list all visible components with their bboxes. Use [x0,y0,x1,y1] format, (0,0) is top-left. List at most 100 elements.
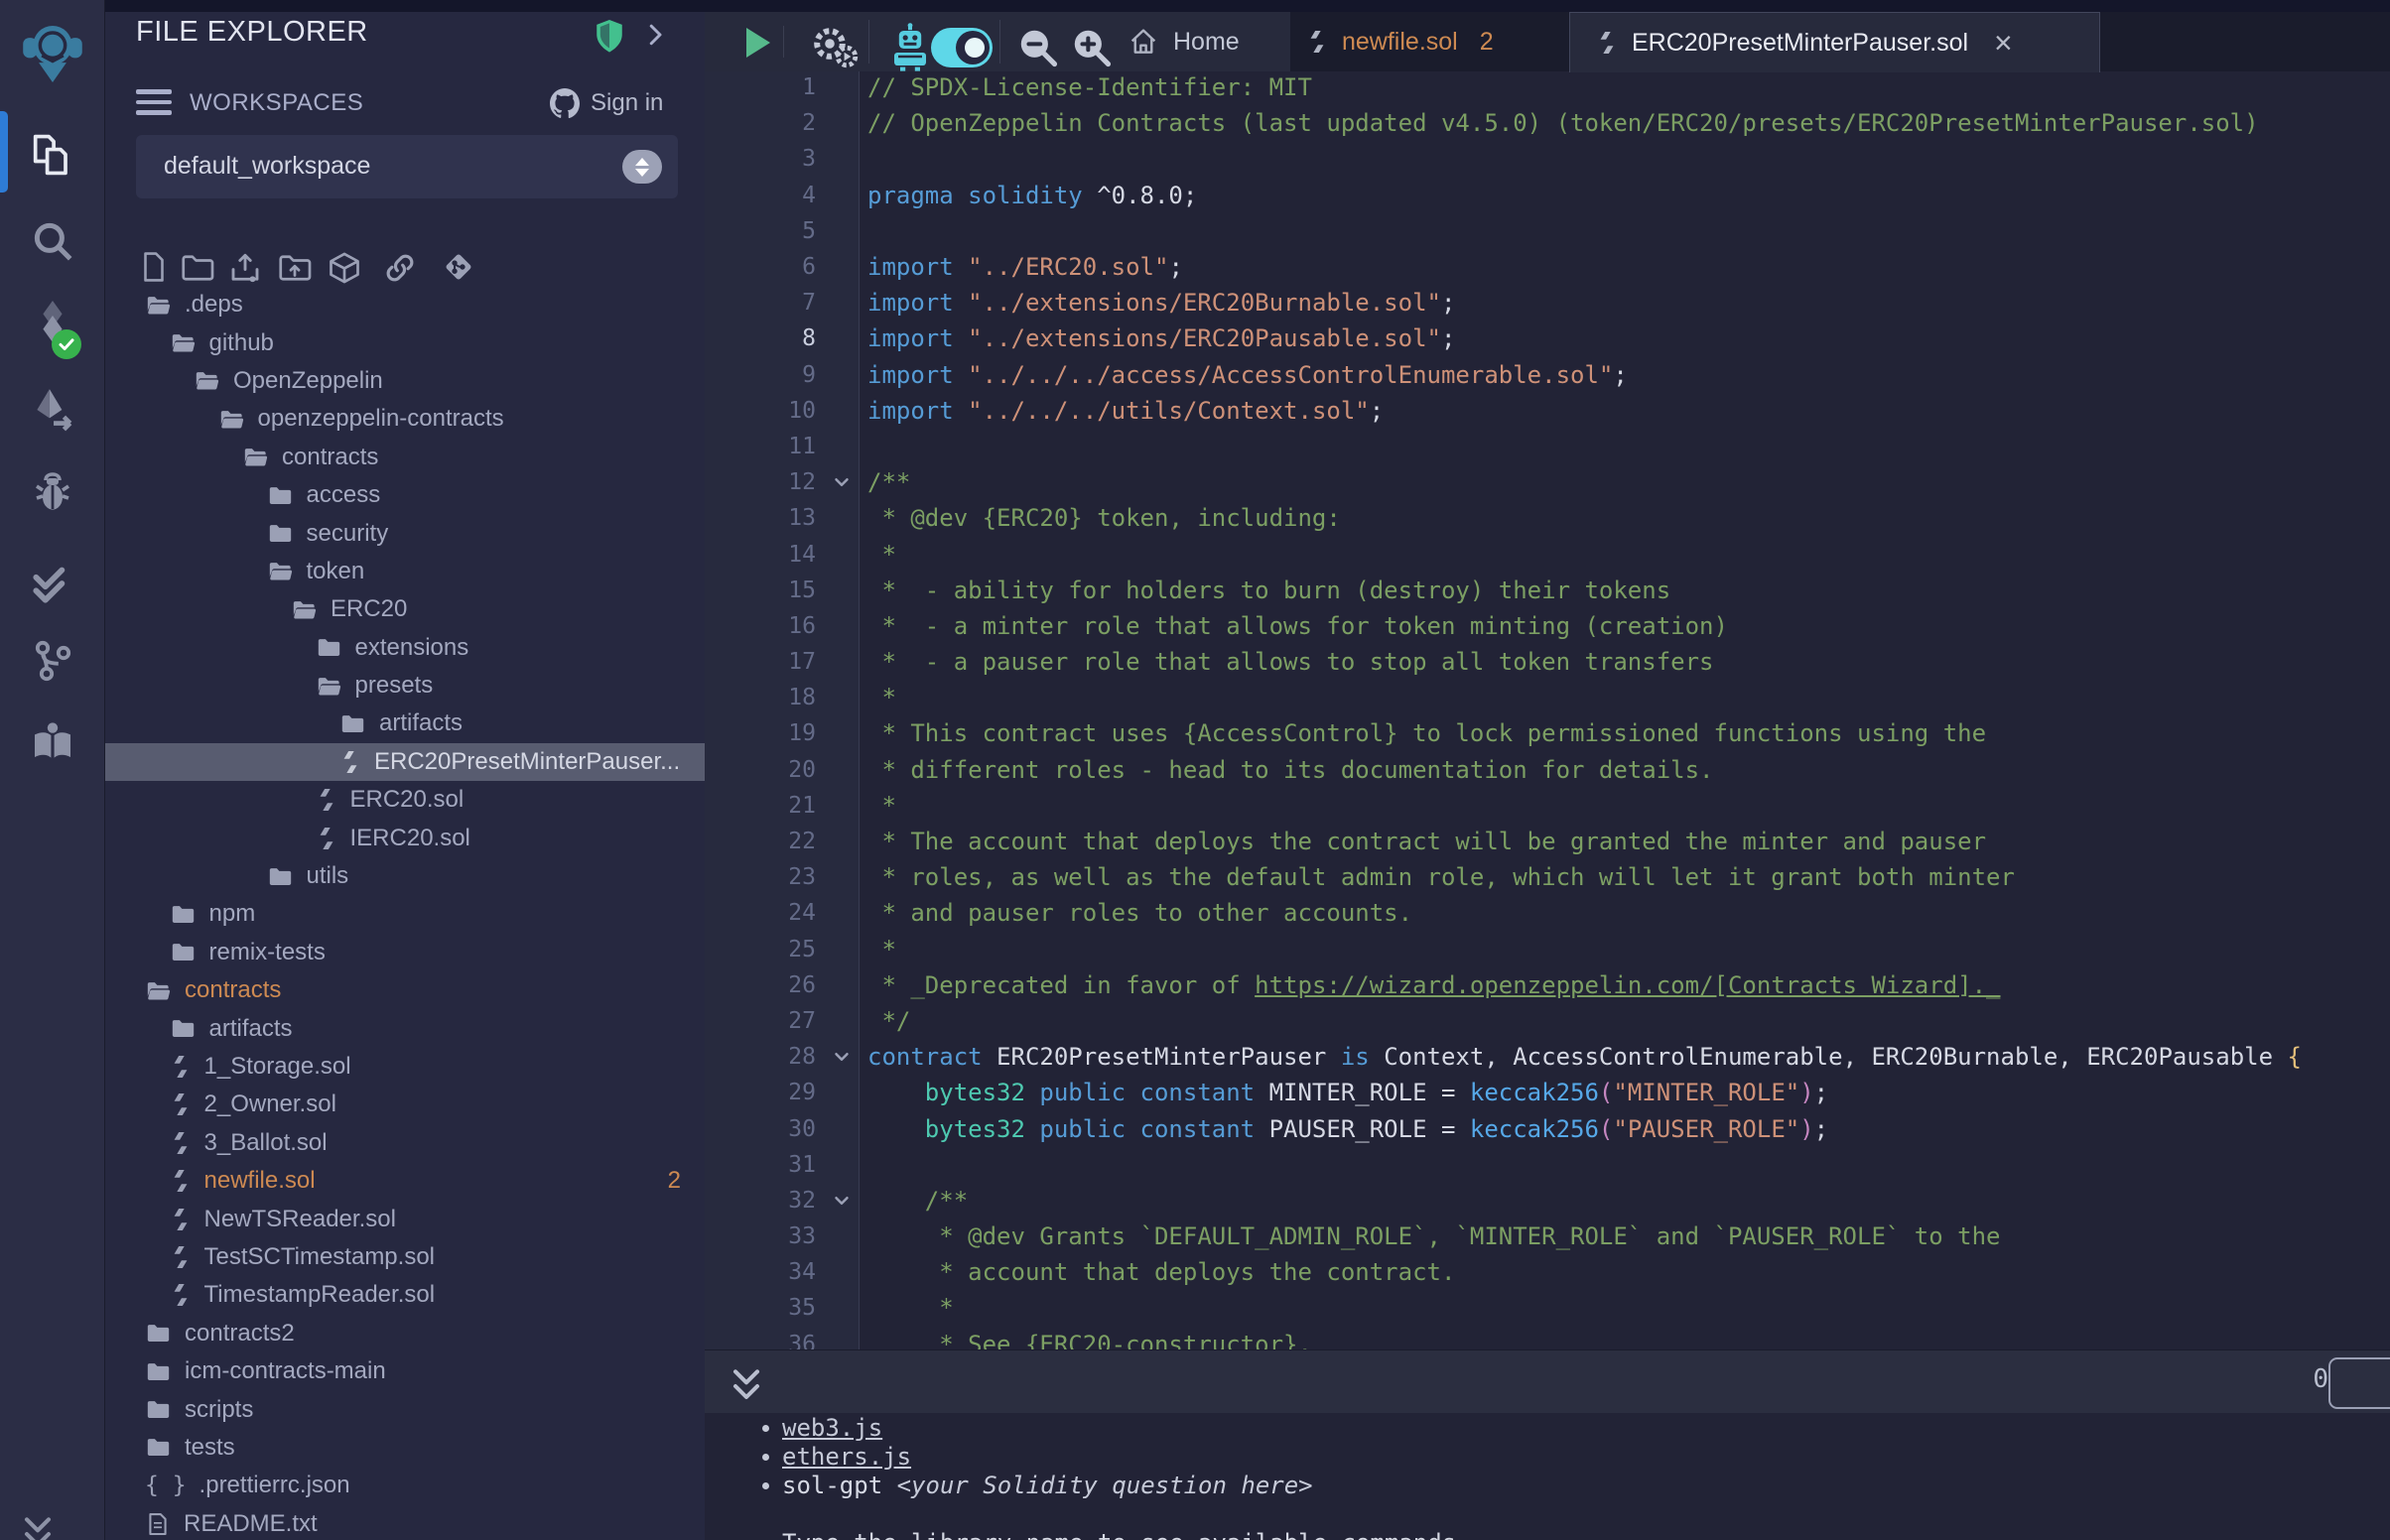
tree-item[interactable]: contracts2 [104,1315,705,1352]
tree-item[interactable]: NewTSReader.sol [104,1200,705,1237]
workspace-spinner-icon[interactable] [622,150,662,184]
run-script-icon[interactable] [810,24,862,71]
bullet-icon [762,1454,769,1461]
run-icon[interactable] [746,28,770,58]
tree-item[interactable]: artifacts [104,1009,705,1047]
tree-item[interactable]: artifacts [104,705,705,742]
line-number: 13 [705,505,816,531]
code-line: 20 * different roles - head to its docum… [705,752,2390,788]
close-icon[interactable]: × [1994,27,2013,59]
upload-folder-icon[interactable] [277,250,313,286]
deploy-run-icon[interactable] [0,385,104,435]
tree-item[interactable]: scripts [104,1390,705,1428]
zoom-out-icon[interactable] [1016,26,1060,69]
fold-chevron-icon[interactable] [831,471,853,493]
tree-item[interactable]: token [104,553,705,590]
workspace-name: default_workspace [164,152,370,181]
zoom-in-icon[interactable] [1070,26,1114,69]
link-icon[interactable] [382,250,418,286]
terminal-output[interactable]: web3.jsethers.jssol-gpt <your Solidity q… [705,1413,2390,1540]
git-clone-icon[interactable] [442,250,475,284]
tree-item[interactable]: ERC20PresetMinterPauser... [104,743,705,781]
shield-icon [593,18,626,56]
ipfs-cube-icon[interactable] [327,250,362,286]
code-line: 25 * [705,932,2390,967]
code-line: 2// OpenZeppelin Contracts (last updated… [705,105,2390,141]
tree-item[interactable]: .deps [104,286,705,323]
tab-newfile.sol[interactable]: newfile.sol2 [1300,12,1500,71]
tree-item[interactable]: 2_Owner.sol [104,1086,705,1123]
git-branch-icon[interactable] [0,637,104,685]
tree-item[interactable]: TimestampReader.sol [104,1276,705,1314]
tree-item[interactable]: ERC20.sol [104,781,705,819]
tree-item[interactable]: npm [104,895,705,933]
new-folder-icon[interactable] [180,250,215,286]
workspace-select[interactable]: default_workspace [136,135,678,198]
tree-item[interactable]: utils [104,857,705,895]
editor-area: Home newfile.sol2 ERC20PresetMinterPauser.… [705,0,2390,1540]
double-chevron-down-icon[interactable] [16,1512,60,1540]
code-line: 16 * - a minter role that allows for tok… [705,608,2390,644]
tree-item[interactable]: access [104,476,705,514]
line-number: 35 [705,1295,816,1321]
plugin-manager-icon[interactable] [0,718,104,766]
upload-file-icon[interactable] [227,250,263,286]
tree-item-label: token [307,558,365,585]
debugger-icon[interactable] [0,468,104,516]
tree-item[interactable]: README.txt [104,1505,705,1540]
code-line: 15 * - ability for holders to burn (dest… [705,573,2390,608]
file-explorer-panel: FILE EXPLORER WORKSPACES Sign in default… [104,0,705,1540]
tab-Home[interactable]: Home [1122,12,1246,71]
line-number: 6 [705,254,816,280]
terminal-search-input[interactable] [2328,1357,2390,1409]
workspaces-menu-icon[interactable] [136,89,172,117]
terminal-line: Type the library name to see available c… [705,1528,2390,1540]
tab-ERC20PresetMinterPauser.sol[interactable]: ERC20PresetMinterPauser.sol × [1569,12,2100,72]
code-line: 29 bytes32 public constant MINTER_ROLE =… [705,1075,2390,1110]
tree-item-label: github [209,329,274,357]
line-number: 28 [705,1044,816,1070]
tree-item[interactable]: contracts [104,439,705,476]
tab-label: ERC20PresetMinterPauser.sol [1632,29,1968,58]
folder-open-icon [291,596,318,623]
tree-item[interactable]: { }.prettierrc.json [104,1467,705,1504]
tree-item[interactable]: 3_Ballot.sol [104,1124,705,1162]
sign-in-button[interactable]: Sign in [591,89,663,117]
line-number: 10 [705,398,816,424]
ai-copilot-toggle[interactable] [931,28,993,67]
tree-item[interactable]: security [104,514,705,552]
tree-item[interactable]: presets [104,667,705,705]
fold-chevron-icon[interactable] [831,1190,853,1212]
tree-item[interactable]: extensions [104,629,705,667]
line-number: 31 [705,1152,816,1178]
activity-bar [0,0,105,1540]
fold-chevron-icon[interactable] [831,1046,853,1068]
solidity-compiler-icon[interactable] [0,298,104,345]
terminal-link[interactable]: web3.js [782,1414,882,1442]
code-line: 3 [705,141,2390,177]
tree-item[interactable]: newfile.sol2 [104,1162,705,1200]
tree-item[interactable]: openzeppelin-contracts [104,400,705,438]
new-file-icon[interactable] [137,250,171,284]
terminal-link[interactable]: ethers.js [782,1443,911,1471]
tree-item[interactable]: github [104,323,705,361]
code-editor[interactable]: 1// SPDX-License-Identifier: MIT2// Open… [705,71,2390,1349]
file-explorer-icon[interactable] [0,129,104,181]
tree-item[interactable]: IERC20.sol [104,819,705,856]
tree-item[interactable]: icm-contracts-main [104,1352,705,1390]
tree-item[interactable]: remix-tests [104,934,705,971]
terminal-collapse-icon[interactable] [725,1364,768,1408]
chevron-right-icon[interactable] [640,20,670,50]
github-icon[interactable] [547,85,583,121]
tree-item[interactable]: tests [104,1429,705,1467]
search-icon[interactable] [0,216,104,266]
ai-robot-icon[interactable] [886,22,934,73]
tree-item-label: openzeppelin-contracts [258,405,504,433]
tree-item[interactable]: ERC20 [104,590,705,628]
tree-item[interactable]: OpenZeppelin [104,362,705,400]
line-number: 15 [705,578,816,603]
tree-item[interactable]: contracts [104,971,705,1009]
unit-testing-icon[interactable] [0,558,104,607]
tree-item[interactable]: TestSCTimestamp.sol [104,1238,705,1276]
tree-item[interactable]: 1_Storage.sol [104,1048,705,1086]
